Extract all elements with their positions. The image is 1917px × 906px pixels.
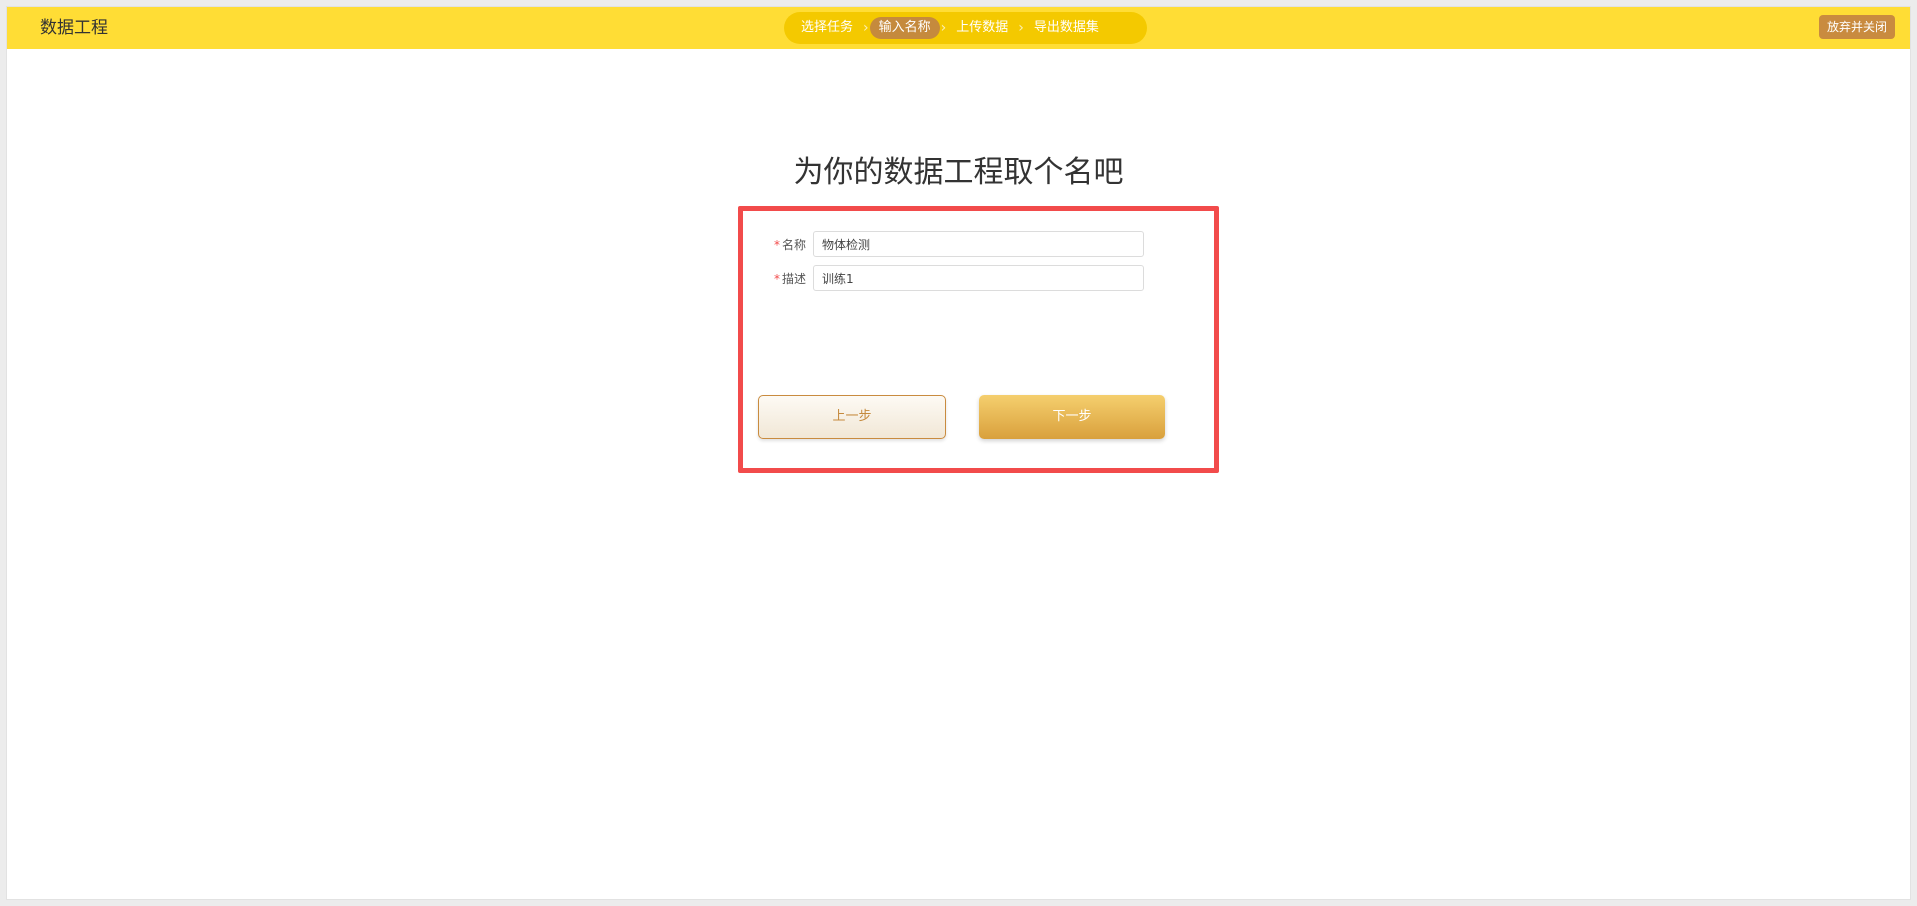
step-navigator: 选择任务 › 输入名称 › 上传数据 › 导出数据集 xyxy=(784,12,1147,44)
step-select-task[interactable]: 选择任务 xyxy=(792,17,862,39)
next-step-button[interactable]: 下一步 xyxy=(979,395,1165,439)
chevron-right-icon: › xyxy=(940,20,947,36)
chevron-right-icon: › xyxy=(863,20,869,36)
page-title: 为你的数据工程取个名吧 xyxy=(793,155,1124,190)
step-enter-name[interactable]: 输入名称 xyxy=(869,17,940,39)
description-label-text: 描述 xyxy=(781,271,806,286)
top-bar: 数据工程 选择任务 › 输入名称 › 上传数据 › 导出数据集 放弃并关闭 xyxy=(7,7,1910,49)
app-title: 数据工程 xyxy=(40,18,108,38)
name-form-panel: *名称 *描述 上一步 下一步 xyxy=(738,206,1219,473)
required-mark: * xyxy=(773,271,780,286)
abandon-close-button[interactable]: 放弃并关闭 xyxy=(1818,15,1895,39)
required-mark: * xyxy=(773,237,780,252)
previous-step-button[interactable]: 上一步 xyxy=(758,395,946,439)
name-input[interactable] xyxy=(813,231,1144,257)
app-window: 数据工程 选择任务 › 输入名称 › 上传数据 › 导出数据集 放弃并关闭 为你… xyxy=(6,6,1911,900)
chevron-right-icon: › xyxy=(1018,20,1024,36)
name-field-row: * 名称 xyxy=(773,231,1144,257)
description-input[interactable] xyxy=(813,265,1144,291)
name-label: * 名称 xyxy=(773,236,806,253)
step-export-dataset[interactable]: 导出数据集 xyxy=(1025,17,1108,39)
step-upload-data[interactable]: 上传数据 xyxy=(947,17,1017,39)
description-label: * 描述 xyxy=(773,270,806,287)
name-label-text: 名称 xyxy=(781,237,806,252)
description-field-row: * 描述 xyxy=(773,265,1144,291)
